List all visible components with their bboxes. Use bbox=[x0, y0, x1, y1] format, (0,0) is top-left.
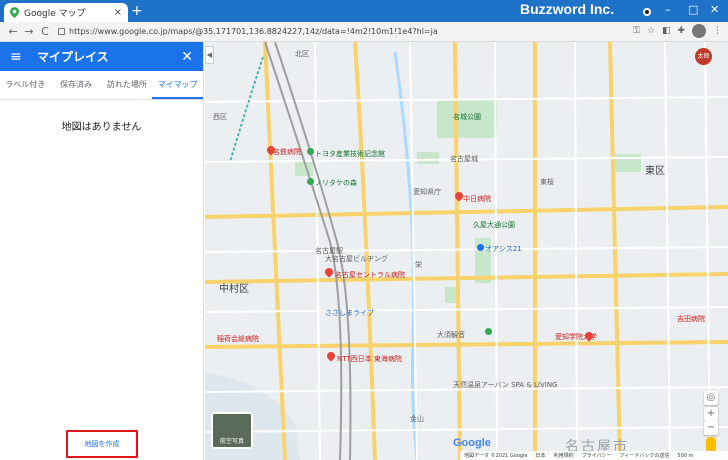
url-text: https://www.google.co.jp/maps/@35.171701… bbox=[69, 27, 438, 36]
tab-my-maps[interactable]: マイマップ bbox=[152, 71, 203, 99]
panel-title: マイプレイス bbox=[37, 50, 109, 64]
back-button[interactable]: ← bbox=[6, 25, 20, 38]
temple-pin-icon[interactable] bbox=[485, 328, 492, 335]
map-label: 中日病院 bbox=[463, 195, 491, 203]
map-label: ささしまライブ bbox=[325, 309, 374, 317]
tab-labeled[interactable]: ラベル付き bbox=[0, 71, 51, 99]
map-label: 愛知県庁 bbox=[413, 188, 441, 196]
google-logo: Google bbox=[453, 437, 491, 449]
map-label: 吉田病院 bbox=[677, 315, 705, 323]
reload-button[interactable]: C bbox=[38, 25, 52, 38]
url-field[interactable]: https://www.google.co.jp/maps/@35.171701… bbox=[58, 24, 578, 40]
panel-tabs: ラベル付き 保存済み 訪れた場所 マイマップ bbox=[0, 71, 203, 100]
key-icon[interactable]: ⚿ bbox=[633, 26, 640, 36]
map-label: 中村区 bbox=[219, 284, 249, 295]
map-label: NTT西日本 東海病院 bbox=[337, 355, 402, 363]
map-label: トヨタ産業技術記念館 bbox=[315, 150, 385, 158]
map-label: オアシス21 bbox=[485, 245, 522, 253]
close-window-button[interactable]: ✕ bbox=[710, 3, 719, 16]
map-label: 久屋大通公園 bbox=[473, 221, 515, 229]
translate-icon[interactable]: ◧ bbox=[662, 26, 671, 36]
tab-visited[interactable]: 訪れた場所 bbox=[102, 71, 153, 99]
map-label: ノリタケの森 bbox=[315, 179, 357, 187]
museum-pin-icon[interactable] bbox=[307, 178, 314, 185]
tab-close-icon[interactable]: × bbox=[114, 7, 122, 18]
map-footer: 地図データ ©2021 Google 日本 利用規約 プライバシー フィードバッ… bbox=[460, 451, 728, 460]
map-label: 北区 bbox=[295, 50, 309, 58]
footer-link[interactable]: フィードバックの送信 bbox=[619, 452, 669, 459]
map-label: 西区 bbox=[213, 113, 227, 121]
user-avatar[interactable]: 太郎 bbox=[695, 48, 712, 65]
tab-saved[interactable]: 保存済み bbox=[51, 71, 102, 99]
menu-hamburger-icon[interactable]: ≡ bbox=[10, 49, 28, 65]
footer-link[interactable]: 日本 bbox=[536, 452, 546, 459]
pegman-icon[interactable] bbox=[706, 437, 716, 451]
close-panel-icon[interactable]: ✕ bbox=[181, 49, 193, 65]
map-label: 名鉄病院 bbox=[273, 148, 301, 156]
puzzle-icon[interactable]: ✚ bbox=[677, 26, 685, 36]
user-icon[interactable] bbox=[692, 24, 706, 38]
map-label: 名古屋セントラル病院 bbox=[335, 271, 405, 279]
map-label: 大名古屋ビルヂング bbox=[325, 255, 388, 263]
footer-link[interactable]: 利用規約 bbox=[554, 452, 574, 459]
aerial-view-toggle[interactable]: 航空写真 bbox=[211, 412, 253, 449]
map-label: 名古屋城 bbox=[450, 155, 478, 163]
maps-pin-icon bbox=[10, 7, 19, 18]
my-location-icon[interactable]: ◎ bbox=[704, 391, 718, 405]
map-label: 稲荷会総病院 bbox=[217, 335, 259, 343]
browser-tab[interactable]: Google マップ × bbox=[4, 3, 128, 22]
map-copyright: 地図データ ©2021 Google bbox=[464, 453, 528, 459]
scale-label: 500 m bbox=[677, 452, 694, 459]
new-tab-button[interactable]: + bbox=[131, 3, 143, 19]
zoom-out-button[interactable]: − bbox=[704, 421, 718, 435]
map-label: 大須観音 bbox=[437, 331, 465, 339]
map-label: 東区 bbox=[645, 166, 665, 177]
map-label: 栄 bbox=[415, 261, 422, 269]
shopping-pin-icon[interactable] bbox=[477, 244, 484, 251]
star-icon[interactable]: ☆ bbox=[647, 26, 655, 36]
empty-state-message: 地図はありません bbox=[61, 122, 142, 133]
minimize-button[interactable]: – bbox=[665, 3, 671, 16]
map-label: 金山 bbox=[410, 415, 424, 423]
collapse-panel-button[interactable]: ◀ bbox=[205, 46, 214, 64]
lock-icon bbox=[58, 28, 65, 35]
map-label: 東桜 bbox=[540, 178, 554, 186]
zoom-in-button[interactable]: + bbox=[704, 407, 718, 421]
record-icon bbox=[643, 8, 651, 16]
toolbar-icons: ⚿ ☆ ◧ ✚ ⋮ bbox=[633, 24, 722, 38]
tab-title: Google マップ bbox=[24, 9, 86, 19]
my-places-panel: ≡ マイプレイス ✕ ラベル付き 保存済み 訪れた場所 マイマップ 地図はありま… bbox=[0, 42, 204, 460]
maximize-button[interactable]: □ bbox=[688, 3, 698, 16]
window-titlebar: Google マップ × + Buzzword Inc. – □ ✕ bbox=[0, 0, 728, 22]
map-label: 名城公園 bbox=[453, 113, 481, 121]
address-bar: ← → C https://www.google.co.jp/maps/@35.… bbox=[0, 22, 728, 42]
create-map-button[interactable]: 地図を作成 bbox=[66, 430, 138, 458]
map-canvas[interactable]: 北区 西区 中村区 東区 名古屋城 名城公園 トヨタ産業技術記念館 ノリタケの森… bbox=[205, 42, 728, 460]
footer-link[interactable]: プライバシー bbox=[582, 452, 612, 459]
museum-pin-icon[interactable] bbox=[307, 148, 314, 155]
map-roads bbox=[205, 42, 728, 460]
brand-watermark: Buzzword Inc. bbox=[520, 1, 615, 17]
panel-header: ≡ マイプレイス ✕ bbox=[0, 42, 203, 71]
map-label: 天然温泉アーバン SPA & LIVING bbox=[453, 381, 558, 389]
forward-button[interactable]: → bbox=[22, 25, 36, 38]
menu-icon[interactable]: ⋮ bbox=[713, 26, 722, 36]
